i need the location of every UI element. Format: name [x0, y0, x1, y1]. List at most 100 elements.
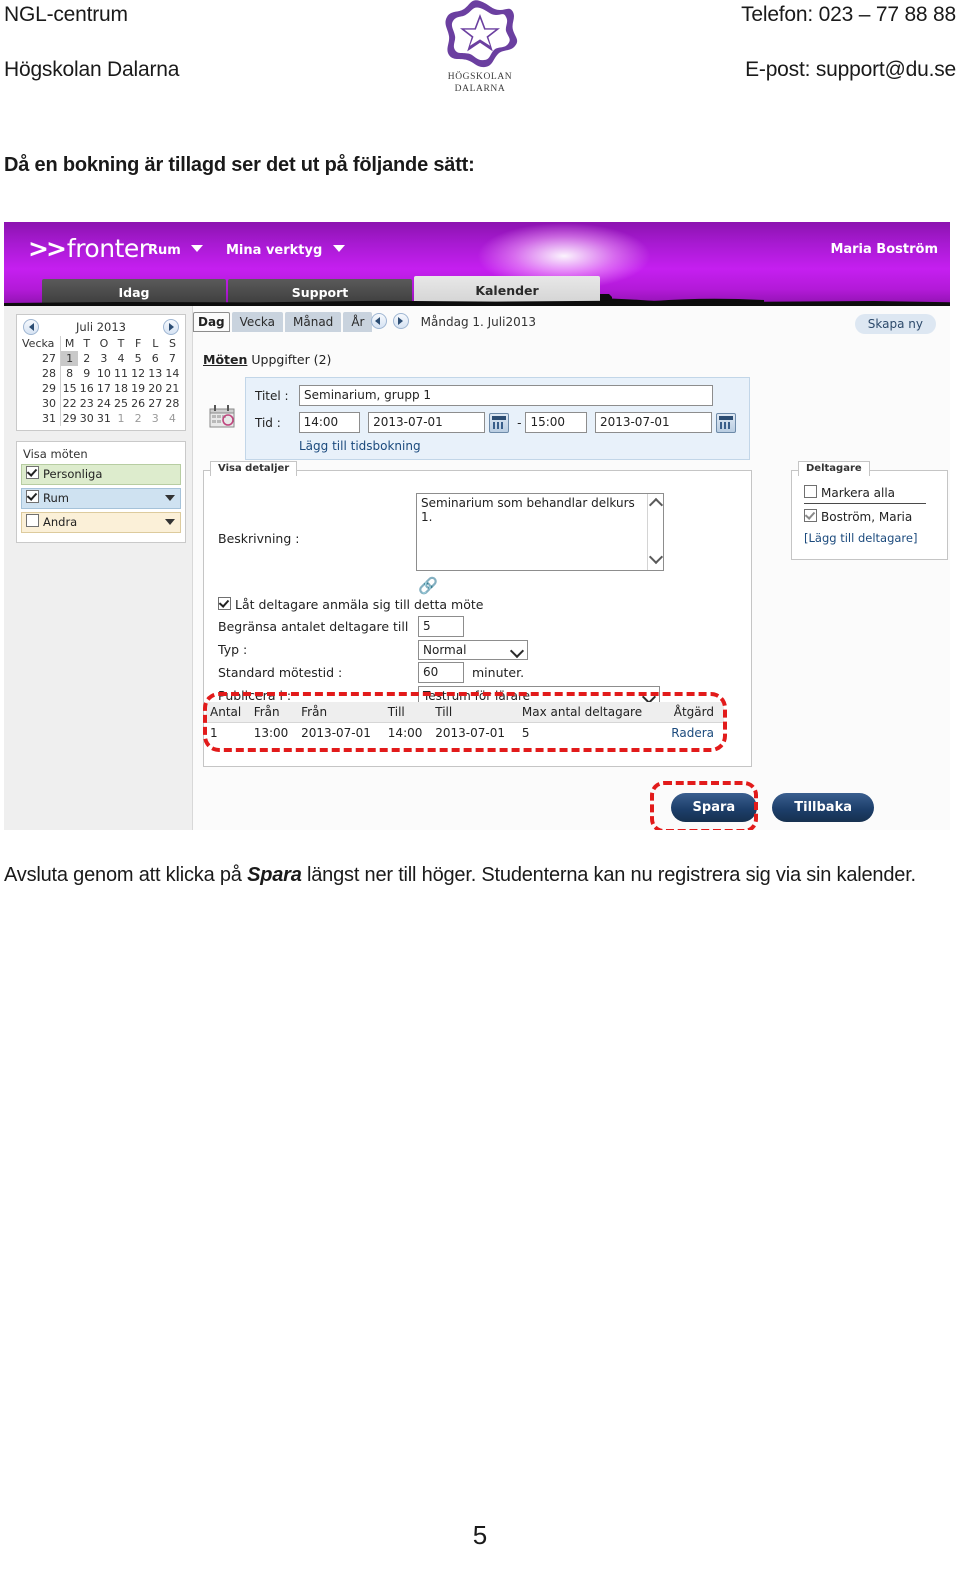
back-button[interactable]: Tillbaka	[772, 793, 874, 822]
week-number: 30	[21, 396, 61, 411]
table-row: 1 13:00 2013-07-01 14:00 2013-07-01 5 Ra…	[206, 723, 724, 744]
day-cell[interactable]: 13	[147, 366, 164, 381]
day-cell[interactable]: 16	[78, 381, 95, 396]
day-cell[interactable]: 19	[130, 381, 147, 396]
calendar-picker-icon[interactable]	[715, 412, 736, 433]
day-cell[interactable]: 14	[164, 366, 181, 381]
filter-andra[interactable]: Andra	[21, 512, 181, 533]
day-cell[interactable]: 4	[112, 351, 129, 366]
day-cell[interactable]: 21	[164, 381, 181, 396]
app-logo: >> fronter	[28, 234, 149, 263]
previous-day-icon[interactable]	[371, 313, 387, 329]
day-cell[interactable]: 11	[112, 366, 129, 381]
add-time-booking-link[interactable]: Lägg till tidsbokning	[299, 439, 740, 453]
day-cell[interactable]: 5	[130, 351, 147, 366]
chevron-left-icon[interactable]	[23, 319, 39, 335]
section-tab-uppgifter[interactable]: Uppgifter (2)	[251, 352, 331, 367]
checkbox-icon[interactable]	[218, 597, 231, 610]
day-cell[interactable]: 26	[130, 396, 147, 411]
checkbox-icon[interactable]	[804, 485, 817, 498]
day-cell[interactable]: 3	[95, 351, 112, 366]
menu-rum[interactable]: Rum	[148, 243, 204, 258]
day-cell[interactable]: 29	[61, 411, 79, 426]
day-cell[interactable]: 2	[78, 351, 95, 366]
end-date-input[interactable]: 2013-07-01	[594, 412, 712, 433]
next-day-icon[interactable]	[392, 313, 409, 329]
view-tab-dag[interactable]: Dag	[193, 312, 230, 332]
description-textarea[interactable]: Seminarium som behandlar delkurs 1.	[416, 493, 664, 571]
chevron-down-icon[interactable]	[165, 519, 175, 525]
list-item[interactable]: Boström, Maria	[804, 509, 939, 524]
delete-booking-link[interactable]: Radera	[661, 723, 724, 744]
limit-input[interactable]: 5	[418, 616, 464, 637]
cell-fran-time: 13:00	[253, 726, 289, 740]
day-cell[interactable]: 6	[147, 351, 164, 366]
day-cell[interactable]: 31	[95, 411, 112, 426]
day-cell[interactable]: 27	[147, 396, 164, 411]
day-cell[interactable]: 22	[61, 396, 79, 411]
day-cell[interactable]: 4	[164, 411, 181, 426]
filter-personliga[interactable]: Personliga	[21, 464, 181, 485]
select-all-label: Markera alla	[821, 486, 896, 500]
participants-legend[interactable]: Deltagare	[798, 461, 870, 476]
day-header: T	[83, 337, 91, 350]
chevron-right-icon[interactable]	[163, 319, 179, 335]
checkbox-icon[interactable]	[26, 514, 39, 527]
allow-signup-row[interactable]: Låt deltagare anmäla sig till detta möte	[218, 597, 738, 612]
day-cell[interactable]: 23	[78, 396, 95, 411]
filter-rum[interactable]: Rum	[21, 488, 181, 509]
tab-support[interactable]: Support	[228, 279, 412, 306]
view-tab-manad[interactable]: Månad	[285, 312, 342, 332]
mini-calendar-header: Juli 2013	[21, 318, 181, 335]
textarea-scrollbar[interactable]	[647, 494, 664, 570]
day-cell[interactable]: 10	[95, 366, 112, 381]
start-date-input[interactable]: 2013-07-01	[368, 412, 486, 433]
view-tab-ar[interactable]: År	[343, 312, 373, 332]
day-cell[interactable]: 20	[147, 381, 164, 396]
day-cell[interactable]: 1	[60, 351, 79, 366]
day-cell[interactable]: 25	[112, 396, 129, 411]
meeting-title-input[interactable]: Seminarium, grupp 1	[299, 385, 713, 406]
end-time-input[interactable]: 15:00	[525, 412, 588, 433]
start-time-input[interactable]: 14:00	[298, 412, 361, 433]
section-tab-moten[interactable]: Möten	[203, 352, 247, 367]
day-cell[interactable]: 18	[112, 381, 129, 396]
col-till-time: Till	[383, 702, 432, 723]
day-cell[interactable]: 1	[112, 411, 129, 426]
day-cell[interactable]: 24	[95, 396, 112, 411]
day-cell[interactable]: 7	[164, 351, 181, 366]
checkbox-icon[interactable]	[804, 509, 817, 522]
chevron-down-icon[interactable]	[648, 549, 664, 565]
day-cell[interactable]: 2	[130, 411, 147, 426]
day-cell[interactable]: 30	[78, 411, 95, 426]
checkbox-icon[interactable]	[26, 466, 39, 479]
chevron-up-icon[interactable]	[648, 497, 664, 513]
type-label: Typ :	[218, 642, 248, 657]
type-select[interactable]: Normal	[418, 639, 528, 660]
calendar-picker-icon[interactable]	[489, 412, 510, 433]
day-cell[interactable]: 8	[61, 366, 79, 381]
day-cell[interactable]: 9	[78, 366, 95, 381]
view-tab-vecka[interactable]: Vecka	[231, 312, 284, 332]
day-cell[interactable]: 28	[164, 396, 181, 411]
chain-link-icon[interactable]: 🔗	[418, 576, 438, 595]
menu-mina-verktyg[interactable]: Mina verktyg	[226, 243, 345, 258]
chevron-down-icon[interactable]	[165, 495, 175, 501]
view-toolbar: Dag Vecka Månad År Måndag 1. Juli2013 Sk…	[193, 312, 950, 338]
day-cell[interactable]: 17	[95, 381, 112, 396]
save-button[interactable]: Spara	[670, 793, 758, 822]
checkbox-icon[interactable]	[26, 490, 39, 503]
chevron-down-icon	[509, 643, 525, 658]
meeting-options-form: Låt deltagare anmäla sig till detta möte…	[218, 597, 738, 709]
tab-idag[interactable]: Idag	[42, 279, 226, 306]
day-cell[interactable]: 3	[147, 411, 164, 426]
tab-kalender[interactable]: Kalender	[414, 276, 600, 306]
day-cell[interactable]: 12	[130, 366, 147, 381]
booking-table-header-row: Antal Från Från Till Till Max antal delt…	[206, 702, 724, 723]
add-participant-link[interactable]: [Lägg till deltagare]	[804, 531, 939, 545]
select-all-row[interactable]: Markera alla	[804, 485, 939, 500]
day-cell[interactable]: 15	[61, 381, 79, 396]
logged-in-user[interactable]: Maria Boström	[830, 242, 938, 257]
duration-input[interactable]: 60	[418, 662, 464, 683]
create-new-button[interactable]: Skapa ny	[854, 314, 936, 334]
